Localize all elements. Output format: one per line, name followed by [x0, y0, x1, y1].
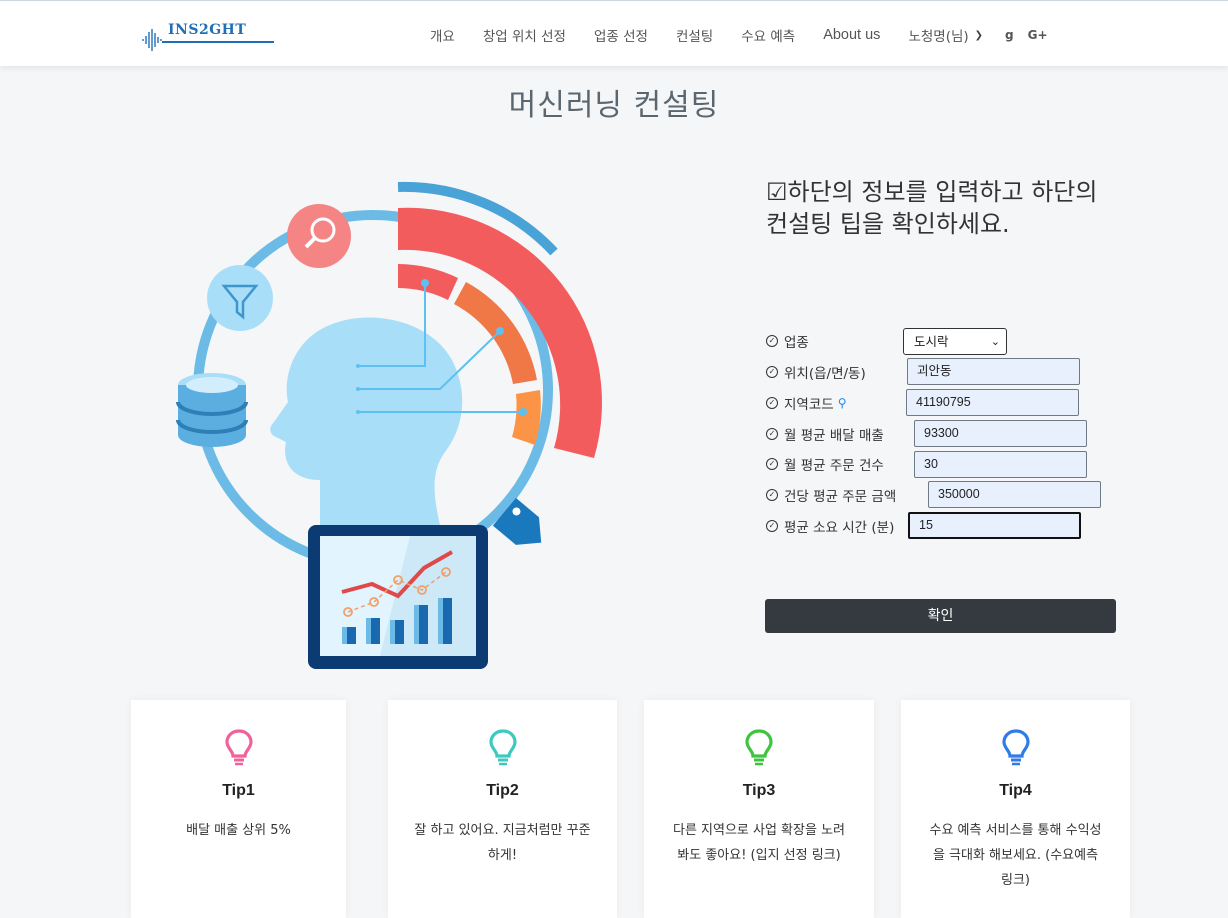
check-circle-icon: ✓	[766, 397, 778, 409]
sound-wave-icon	[142, 29, 162, 51]
avg-order-amount-input[interactable]: 350000	[928, 481, 1101, 508]
instruction-text: ☑하단의 정보를 입력하고 하단의 컨설팅 팁을 확인하세요.	[766, 178, 1098, 238]
row-business-type: ✓ 업종	[766, 328, 809, 354]
row-avg-order-amount: ✓ 건당 평균 주문 금액	[766, 482, 896, 508]
lightbulb-icon	[745, 729, 773, 766]
row-monthly-sales: ✓ 월 평균 배달 매출	[766, 421, 884, 447]
tip-title: Tip4	[999, 782, 1032, 799]
tip-title: Tip3	[742, 782, 776, 799]
chevron-down-icon: ⌄	[990, 335, 1000, 348]
nav-menu: 개요 창업 위치 선정 업종 선정 컨설팅 수요 예측 About us 노청명…	[430, 25, 1062, 45]
row-location: ✓ 위치(읍/면/동)	[766, 359, 866, 385]
tip-card-4: Tip4 수요 예측 서비스를 통해 수익성을 극대화 해보세요. (수요예측링…	[901, 700, 1130, 918]
nav-item-about-us[interactable]: About us	[823, 27, 880, 43]
tip-text: 배달 매출 상위 5%	[186, 823, 291, 838]
check-circle-icon: ✓	[766, 489, 778, 501]
ml-consulting-illustration	[176, 181, 602, 669]
nav-item-overview[interactable]: 개요	[430, 25, 455, 45]
logo[interactable]: INS2GHT	[142, 19, 278, 55]
tip-text[interactable]: 수요 예측 서비스를 통해 수익성을 극대화 해보세요. (수요예측링크)	[927, 818, 1104, 893]
row-avg-time: ✓ 평균 소요 시간 (분)	[766, 513, 894, 539]
check-circle-icon: ✓	[766, 366, 778, 378]
label-avg-order-amount: 건당 평균 주문 금액	[784, 489, 897, 505]
tip-text: 잘 하고 있어요. 지금처럼만 꾸준하게!	[414, 823, 591, 863]
lightbulb-icon	[1001, 729, 1030, 766]
nav-item-consulting[interactable]: 컨설팅	[676, 25, 713, 45]
location-input[interactable]: 괴안동	[907, 358, 1080, 385]
logo-text: INS2GHT	[168, 22, 247, 38]
tip-card-3: Tip3 다른 지역으로 사업 확장을 노려봐도 좋아요! (입지 선정 링크)	[644, 700, 874, 918]
chevron-down-icon: ❯	[974, 29, 984, 41]
label-location: 위치(읍/면/동)	[784, 366, 866, 382]
lightbulb-icon	[224, 729, 253, 766]
tip-card-2: Tip2 잘 하고 있어요. 지금처럼만 꾸준하게!	[388, 700, 617, 918]
label-avg-time: 평균 소요 시간 (분)	[784, 520, 895, 536]
check-circle-icon: ✓	[766, 520, 778, 532]
tip-title: Tip1	[222, 782, 255, 799]
label-area-code: 지역코드	[784, 397, 834, 413]
tip-title: Tip2	[486, 782, 519, 799]
logo-underline	[162, 41, 274, 43]
check-circle-icon: ✓	[766, 428, 778, 440]
label-business-type: 업종	[784, 335, 809, 351]
business-type-value: 도시락	[914, 334, 949, 349]
submit-button[interactable]: 확인	[765, 599, 1116, 633]
row-monthly-orders: ✓ 월 평균 주문 건수	[766, 451, 884, 477]
business-type-select[interactable]: 도시락 ⌄	[903, 328, 1007, 355]
avg-time-input[interactable]: 15	[908, 512, 1081, 539]
row-area-code: ✓ 지역코드 ⚲	[766, 390, 846, 416]
nav-item-business-type[interactable]: 업종 선정	[594, 25, 648, 45]
monthly-orders-input[interactable]: 30	[914, 451, 1087, 478]
nav-item-demand-forecast[interactable]: 수요 예측	[741, 25, 795, 45]
label-monthly-orders: 월 평균 주문 건수	[784, 458, 884, 474]
social-link-google-plus[interactable]: G+	[1028, 28, 1048, 42]
area-code-input[interactable]: 41190795	[906, 389, 1079, 416]
monthly-sales-input[interactable]: 93300	[914, 420, 1087, 447]
search-icon[interactable]: ⚲	[838, 396, 847, 410]
lightbulb-icon	[488, 729, 517, 766]
user-menu[interactable]: 노청명(님) ❯	[908, 25, 983, 45]
tip-text[interactable]: 다른 지역으로 사업 확장을 노려봐도 좋아요! (입지 선정 링크)	[670, 818, 848, 868]
label-monthly-sales: 월 평균 배달 매출	[784, 428, 884, 444]
navbar: INS2GHT 개요 창업 위치 선정 업종 선정 컨설팅 수요 예측 Abou…	[0, 0, 1228, 66]
check-circle-icon: ✓	[766, 458, 778, 470]
check-circle-icon: ✓	[766, 335, 778, 347]
tip-card-1: Tip1 배달 매출 상위 5%	[131, 700, 346, 918]
page-title: 머신러닝 컨설팅	[508, 88, 720, 123]
nav-item-location[interactable]: 창업 위치 선정	[483, 25, 566, 45]
social-link-g[interactable]: g	[1005, 28, 1014, 42]
user-name: 노청명(님)	[908, 29, 969, 45]
